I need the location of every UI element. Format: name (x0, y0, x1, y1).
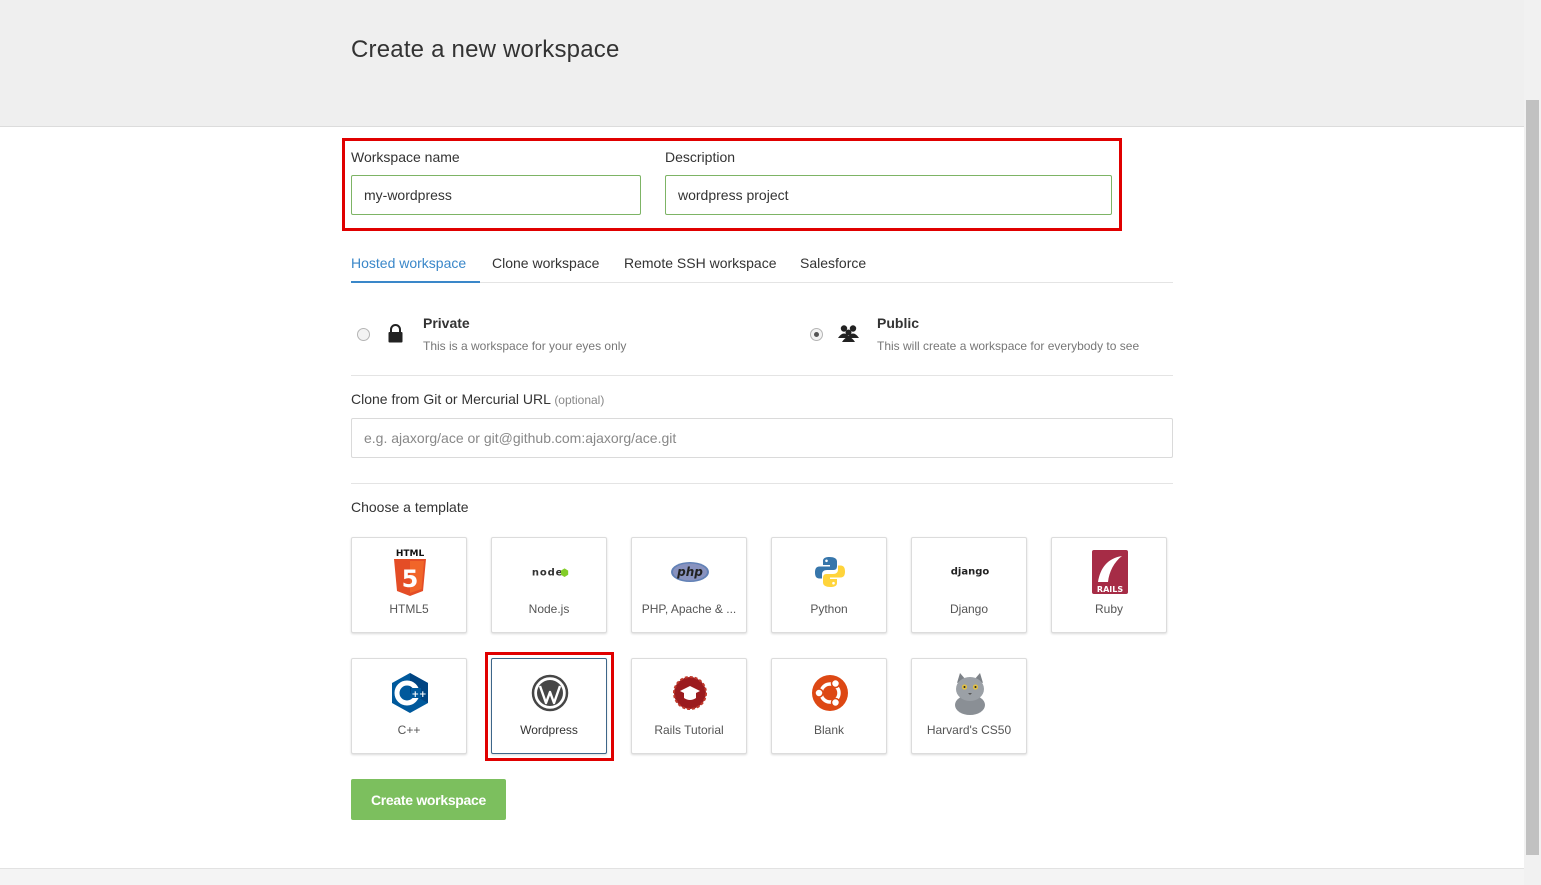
optional-hint: (optional) (554, 393, 605, 407)
rails-tutorial-icon (670, 673, 710, 713)
page-title: Create a new workspace (351, 36, 620, 63)
header-band: Create a new workspace (0, 0, 1524, 127)
vertical-scrollbar[interactable] (1524, 0, 1541, 885)
template-ruby[interactable]: RAILS Ruby (1051, 537, 1167, 633)
public-radio[interactable] (810, 328, 823, 341)
wordpress-icon (530, 673, 570, 713)
svg-text:HTML: HTML (396, 549, 425, 559)
private-description: This is a workspace for your eyes only (423, 339, 627, 353)
template-harvard-cs50[interactable]: Harvard's CS50 (911, 658, 1027, 754)
python-icon (810, 552, 850, 592)
template-nodejs[interactable]: node Node.js (491, 537, 607, 633)
description-input[interactable] (665, 175, 1112, 215)
workspace-name-label: Workspace name (351, 149, 460, 165)
template-html5[interactable]: HTML 5 HTML5 (351, 537, 467, 633)
clone-url-label: Clone from Git or Mercurial URL (optiona… (351, 391, 604, 407)
svg-text:++: ++ (411, 690, 426, 700)
tab-clone-workspace[interactable]: Clone workspace (492, 255, 599, 283)
template-label: PHP, Apache & ... (641, 602, 737, 616)
template-label: Wordpress (520, 723, 578, 737)
lock-icon (387, 324, 404, 348)
template-php[interactable]: php PHP, Apache & ... (631, 537, 747, 633)
template-label: Django (949, 602, 989, 616)
tab-hosted-workspace[interactable]: Hosted workspace (351, 255, 480, 283)
svg-text:node: node (532, 568, 564, 579)
users-icon (838, 324, 860, 347)
template-label: Rails Tutorial (654, 723, 724, 737)
template-label: Node.js (528, 602, 570, 616)
django-icon: django (950, 552, 990, 592)
description-label: Description (665, 149, 736, 165)
template-blank[interactable]: Blank (771, 658, 887, 754)
template-label: Harvard's CS50 (926, 723, 1012, 737)
footer-band (0, 868, 1524, 885)
rails-icon: RAILS (1090, 550, 1130, 594)
template-label: HTML5 (389, 602, 429, 616)
template-cpp[interactable]: ++ C++ (351, 658, 467, 754)
workspace-type-tabs: Hosted workspace Clone workspace Remote … (351, 244, 1173, 283)
scrollbar-thumb[interactable] (1526, 100, 1539, 855)
tab-remote-ssh-workspace[interactable]: Remote SSH workspace (624, 255, 777, 283)
clone-url-input[interactable] (351, 418, 1173, 458)
svg-text:5: 5 (402, 565, 419, 593)
divider (351, 375, 1173, 376)
template-label: Python (810, 602, 848, 616)
svg-text:RAILS: RAILS (1097, 585, 1123, 594)
private-title: Private (423, 315, 470, 331)
template-django[interactable]: django Django (911, 537, 1027, 633)
template-rails-tutorial[interactable]: Rails Tutorial (631, 658, 747, 754)
public-title: Public (877, 315, 920, 331)
template-python[interactable]: Python (771, 537, 887, 633)
template-label: Ruby (1094, 602, 1123, 616)
ubuntu-icon (810, 673, 850, 713)
svg-text:django: django (951, 567, 990, 578)
cat-icon (950, 673, 990, 715)
tab-salesforce[interactable]: Salesforce (800, 255, 866, 283)
cpp-icon: ++ (390, 673, 430, 713)
workspace-name-input[interactable] (351, 175, 641, 215)
php-icon: php (670, 552, 710, 592)
public-description: This will create a workspace for everybo… (877, 339, 1140, 353)
template-wordpress[interactable]: Wordpress (491, 658, 607, 754)
nodejs-icon: node (530, 552, 570, 592)
template-label: Blank (813, 723, 845, 737)
private-radio[interactable] (357, 328, 370, 341)
choose-template-heading: Choose a template (351, 499, 469, 515)
svg-text:php: php (676, 565, 703, 579)
divider (351, 483, 1173, 484)
template-label: C++ (397, 723, 421, 737)
html5-icon: HTML 5 (390, 549, 430, 596)
create-workspace-button[interactable]: Create workspace (351, 779, 506, 820)
clone-url-label-text: Clone from Git or Mercurial URL (351, 391, 551, 407)
